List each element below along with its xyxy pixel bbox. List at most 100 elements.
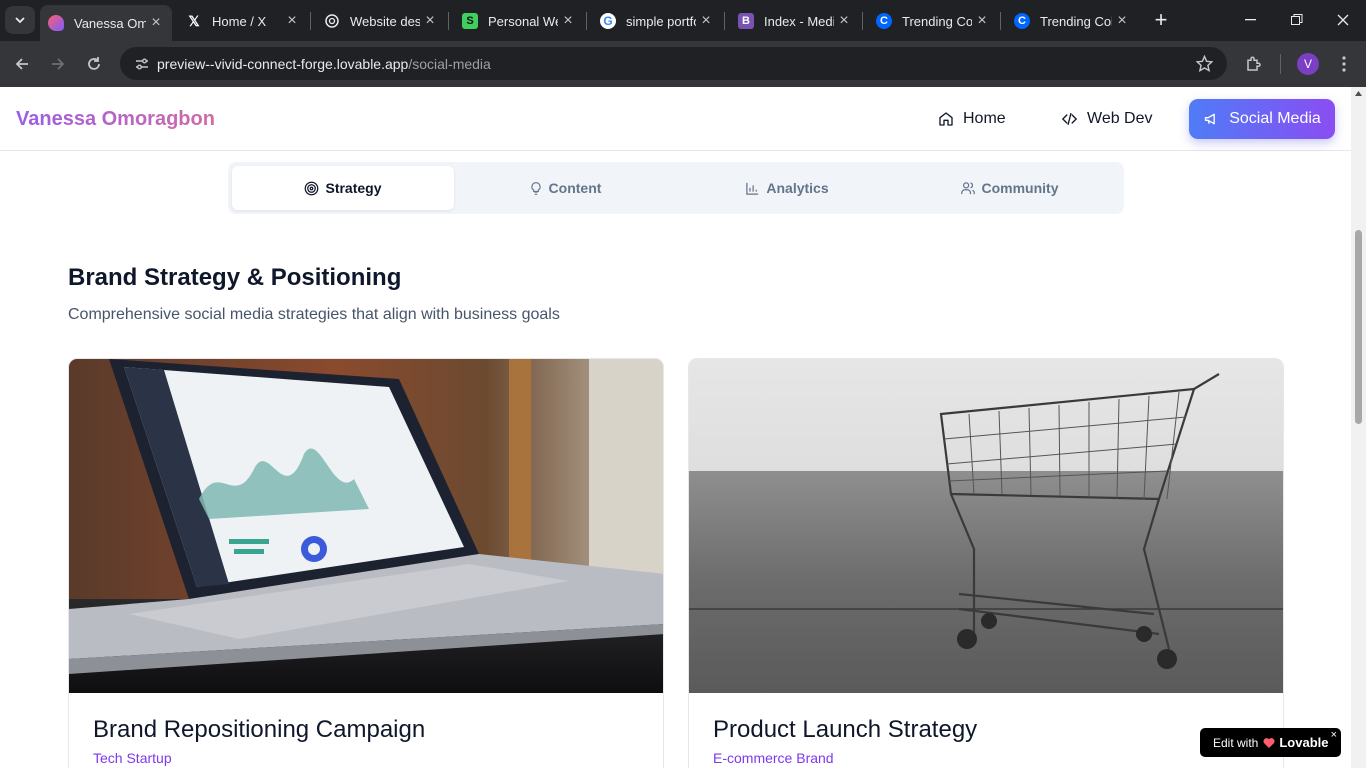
reload-button[interactable] <box>79 49 109 79</box>
tab-content[interactable]: Content <box>454 166 676 210</box>
browser-tab-5[interactable]: B Index - Medium × <box>730 7 860 35</box>
green-s-icon: S <box>462 13 478 29</box>
nav-social-label: Social Media <box>1229 110 1321 127</box>
browser-tab-0[interactable]: Vanessa Omoragbon × <box>40 5 172 41</box>
tab-close-icon[interactable]: × <box>972 12 992 30</box>
page-scrollbar[interactable] <box>1351 87 1366 768</box>
target-icon <box>305 181 319 195</box>
nav-home-link[interactable]: Home <box>938 99 1006 139</box>
browser-tab-7[interactable]: C Trending Colors × <box>1006 7 1138 35</box>
close-window-button[interactable] <box>1328 5 1358 35</box>
card-tag: E-commerce Brand <box>713 750 834 766</box>
restore-icon <box>1291 14 1303 25</box>
web-page: Vanessa Omoragbon Home Web Dev Social Me… <box>0 87 1351 768</box>
nav-social-media-button[interactable]: Social Media <box>1189 99 1335 139</box>
browser-tab-2[interactable]: Website design × <box>316 7 446 35</box>
tab-content-label: Content <box>548 180 602 196</box>
lightbulb-icon <box>530 181 541 195</box>
site-brand-logo[interactable]: Vanessa Omoragbon <box>16 108 215 131</box>
tab-title: Personal Website <box>488 13 558 29</box>
section-title: Brand Strategy & Positioning <box>68 264 402 291</box>
tab-close-icon[interactable]: × <box>146 14 166 32</box>
tab-close-icon[interactable]: × <box>834 12 854 30</box>
tab-close-icon[interactable]: × <box>282 12 302 30</box>
back-button[interactable] <box>7 49 37 79</box>
tab-community-label: Community <box>981 180 1059 196</box>
tab-title: Vanessa Omoragbon <box>74 15 146 31</box>
badge-brand: Lovable <box>1279 735 1329 750</box>
bootstrap-b-icon: B <box>738 13 754 29</box>
minimize-icon <box>1245 19 1256 21</box>
extensions-button[interactable] <box>1239 49 1269 79</box>
restore-button[interactable] <box>1282 5 1312 35</box>
code-icon <box>1061 113 1078 125</box>
address-bar[interactable]: preview--vivid-connect-forge.lovable.app… <box>120 47 1227 80</box>
megaphone-icon <box>1205 113 1216 125</box>
profile-avatar[interactable]: V <box>1297 53 1319 75</box>
scrollbar-thumb[interactable] <box>1355 230 1362 424</box>
browser-tab-4[interactable]: G simple portfolio × <box>592 7 722 35</box>
tab-title: Home / X <box>212 13 267 29</box>
card-title: Brand Repositioning Campaign <box>93 716 426 743</box>
card-tag: Tech Startup <box>93 750 172 766</box>
home-icon <box>939 112 953 126</box>
tab-strip: Vanessa Omoragbon × 𝕏 Home / X × Website… <box>0 0 1366 41</box>
section-tabs: Strategy Content Analytics Community <box>228 162 1124 214</box>
url-host: preview--vivid-connect-forge.lovable.app <box>157 55 409 72</box>
tab-title: Trending Colors <box>902 13 972 29</box>
tab-title: Website design <box>350 13 420 29</box>
arrow-right-icon <box>52 58 65 70</box>
tab-close-icon[interactable]: × <box>420 12 440 30</box>
section-subtitle: Comprehensive social media strategies th… <box>68 306 560 323</box>
site-header: Vanessa Omoragbon Home Web Dev Social Me… <box>0 87 1351 151</box>
puzzle-icon <box>1247 56 1261 71</box>
kebab-menu-icon <box>1342 56 1346 72</box>
browser-chrome: Vanessa Omoragbon × 𝕏 Home / X × Website… <box>0 0 1366 87</box>
browser-menu-button[interactable] <box>1329 49 1359 79</box>
star-bookmark-icon[interactable] <box>1196 55 1213 72</box>
tab-analytics-label: Analytics <box>766 180 829 196</box>
openai-icon <box>324 13 340 29</box>
tab-strategy[interactable]: Strategy <box>232 166 454 210</box>
shopping-cart-photo <box>689 359 1283 693</box>
browser-toolbar: preview--vivid-connect-forge.lovable.app… <box>0 41 1366 87</box>
tab-title: Index - Medium <box>764 13 834 29</box>
coolors-icon: C <box>876 13 892 29</box>
nav-webdev-link[interactable]: Web Dev <box>1061 99 1153 139</box>
tab-close-icon[interactable]: × <box>696 12 716 30</box>
reload-icon <box>88 57 100 70</box>
project-card[interactable]: Product Launch Strategy E-commerce Brand <box>688 358 1284 768</box>
project-card[interactable]: Brand Repositioning Campaign Tech Startu… <box>68 358 664 768</box>
tab-close-icon[interactable]: × <box>1112 12 1132 30</box>
card-title: Product Launch Strategy <box>713 716 978 743</box>
browser-tab-1[interactable]: 𝕏 Home / X × <box>178 7 308 35</box>
tab-strategy-label: Strategy <box>325 180 382 196</box>
bar-chart-icon <box>746 182 759 195</box>
users-icon <box>960 181 975 194</box>
coolors-icon: C <box>1014 13 1030 29</box>
close-icon <box>1337 14 1349 26</box>
x-logo-icon: 𝕏 <box>188 12 200 29</box>
lovable-heart-icon <box>48 15 64 31</box>
tab-title: simple portfolio <box>626 13 696 29</box>
new-tab-button[interactable]: + <box>1146 5 1176 35</box>
edit-with-lovable-badge[interactable]: Edit with Lovable × <box>1200 728 1341 757</box>
badge-prefix: Edit with <box>1213 735 1259 750</box>
tab-community[interactable]: Community <box>898 166 1120 210</box>
url-text: preview--vivid-connect-forge.lovable.app… <box>157 56 491 72</box>
forward-button[interactable] <box>43 49 73 79</box>
tab-search-button[interactable] <box>5 6 35 34</box>
browser-tab-3[interactable]: S Personal Website × <box>454 7 584 35</box>
minimize-button[interactable] <box>1236 5 1266 35</box>
scroll-up-arrow-icon[interactable] <box>1355 91 1362 96</box>
nav-webdev-label: Web Dev <box>1087 110 1153 127</box>
url-path: /social-media <box>408 55 491 72</box>
tab-analytics[interactable]: Analytics <box>676 166 898 210</box>
badge-close-icon[interactable]: × <box>1331 729 1337 741</box>
google-g-icon: G <box>600 13 616 29</box>
lovable-heart-icon <box>1263 737 1275 748</box>
browser-tab-6[interactable]: C Trending Colors × <box>868 7 998 35</box>
site-settings-icon[interactable] <box>134 56 150 72</box>
tab-close-icon[interactable]: × <box>558 12 578 30</box>
laptop-dashboard-photo <box>69 359 663 693</box>
